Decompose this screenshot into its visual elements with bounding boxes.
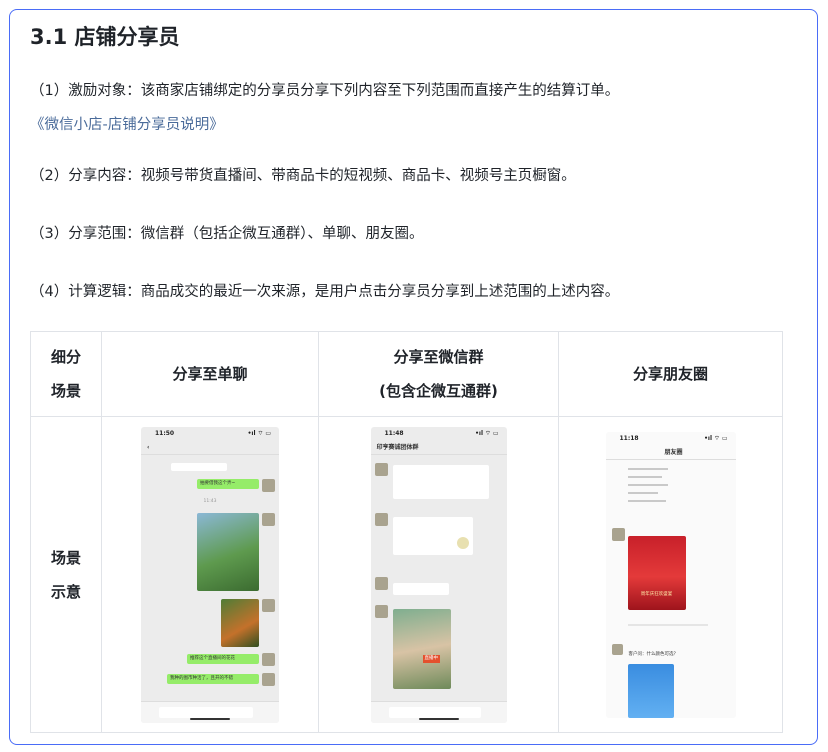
moments-screenshot-cell: 11:18 •ıl ⌔ ▭ 朋友圈 周年庆狂欢盛宴 客户问：什么颜色可选？ <box>558 416 783 733</box>
row-label-scene-illustration: 场景 示意 <box>30 416 102 733</box>
product-image <box>221 598 259 647</box>
content-card: 3.1 店铺分享员 （1）激励对象：该商家店铺绑定的分享员分享下列内容至下列范围… <box>9 9 818 745</box>
header-share-to-moments: 分享朋友圈 <box>558 331 783 417</box>
group-screenshot-cell: 11:48 •ıl ⌔ ▭ 印亨赛诚团体群 直播中 <box>318 416 559 733</box>
table-header-row: 细分 场景 分享至单聊 分享至微信群 (包含企微互通群) 分享朋友圈 <box>30 331 783 417</box>
header-share-to-group: 分享至微信群 (包含企微互通群) <box>318 331 559 417</box>
paragraph-incentive-target: （1）激励对象：该商家店铺绑定的分享员分享下列内容至下列范围而直接产生的结算订单… <box>30 74 800 142</box>
moments-phone-screenshot: 11:18 •ıl ⌔ ▭ 朋友圈 周年庆狂欢盛宴 客户问：什么颜色可选？ <box>605 431 736 718</box>
header-share-to-chat: 分享至单聊 <box>101 331 319 417</box>
section-title: 3.1 店铺分享员 <box>30 25 180 49</box>
paragraph-share-content: （2）分享内容：视频号带货直播间、带商品卡的短视频、商品卡、视频号主页橱窗。 <box>30 168 576 184</box>
incentive-target-text: （1）激励对象：该商家店铺绑定的分享员分享下列内容至下列范围而直接产生的结算订单… <box>30 83 620 99</box>
avatar <box>262 478 275 492</box>
group-phone-screenshot: 11:48 •ıl ⌔ ▭ 印亨赛诚团体群 直播中 <box>370 426 507 723</box>
paragraph-calculation-logic: （4）计算逻辑：商品成交的最近一次来源，是用户点击分享员分享到上述范围的上述内容… <box>30 284 620 300</box>
chat-screenshot-cell: 11:50 •ıl ⌔ ▭ ‹ 抽要借我这个弄~ 11:43 推荐这个直播间的花花… <box>101 416 319 733</box>
paragraph-share-scope: （3）分享范围：微信群（包括企微互通群）、单聊、朋友圈。 <box>30 226 424 242</box>
product-card-image <box>627 663 674 718</box>
table-example-row: 场景 示意 11:50 •ıl ⌔ ▭ ‹ 抽要借我这个弄~ 11:43 推荐这… <box>30 416 783 733</box>
chat-phone-screenshot: 11:50 •ıl ⌔ ▭ ‹ 抽要借我这个弄~ 11:43 推荐这个直播间的花花… <box>141 426 279 723</box>
shop-sharer-doc-link[interactable]: 《微信小店-店铺分享员说明》 <box>30 117 224 133</box>
scene-table: 细分 场景 分享至单聊 分享至微信群 (包含企微互通群) 分享朋友圈 场景 示意… <box>30 331 783 733</box>
back-chevron-icon: ‹ <box>141 441 279 455</box>
video-card-image <box>197 512 259 591</box>
live-room-card-image <box>392 608 451 689</box>
header-scene-category: 细分 场景 <box>30 331 102 417</box>
